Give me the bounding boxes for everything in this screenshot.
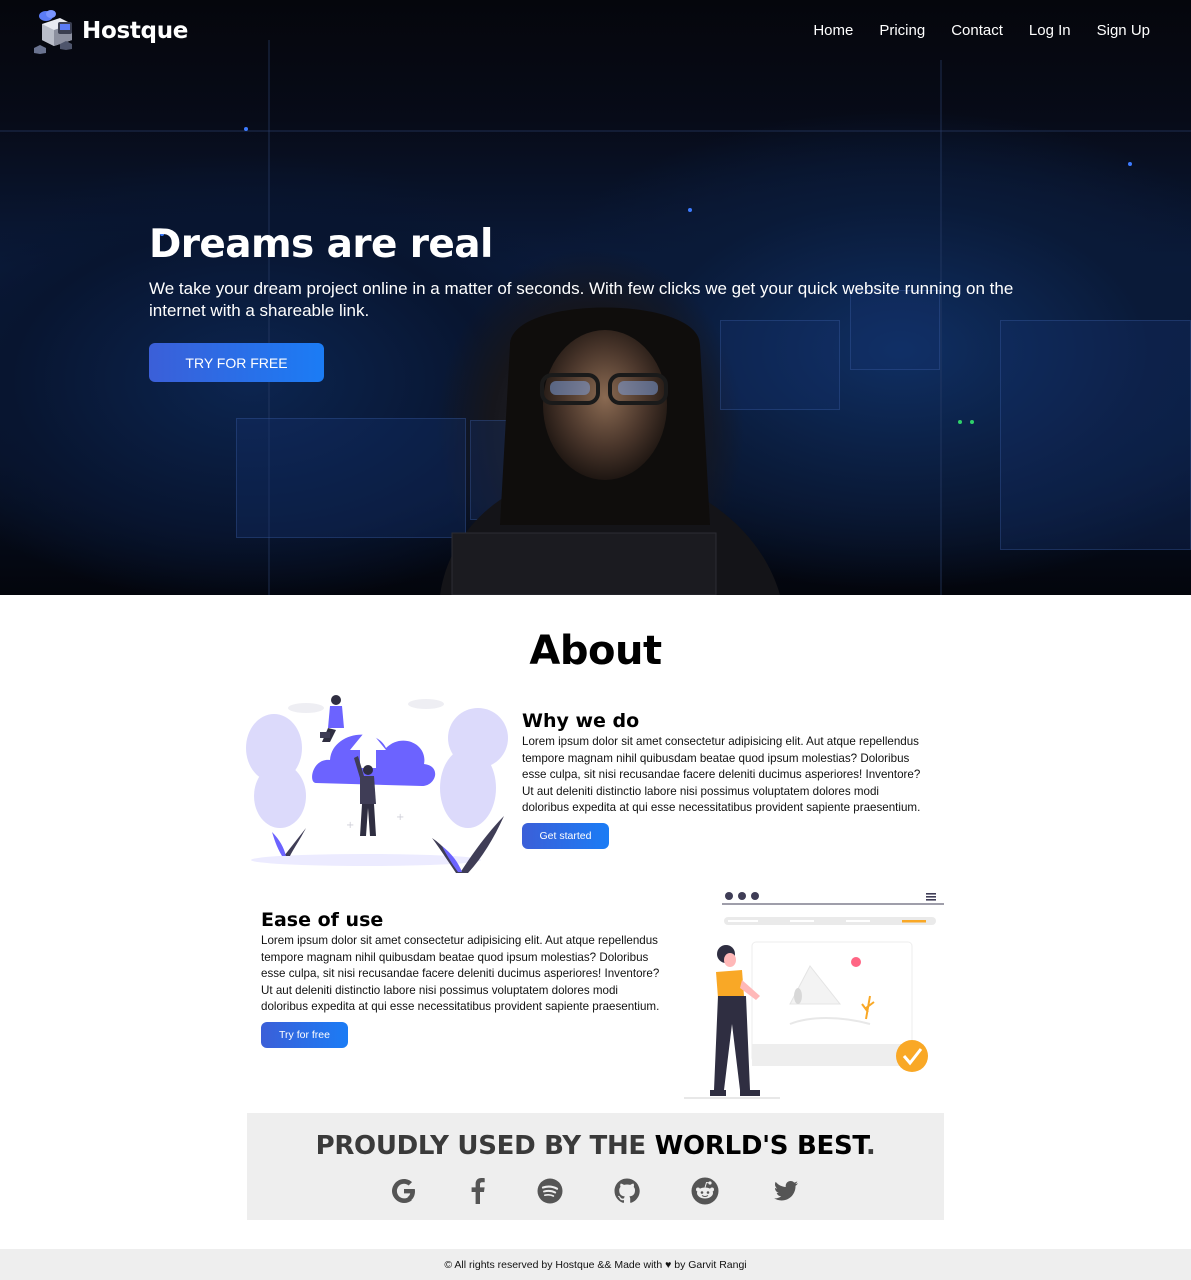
ease-of-use-text: Lorem ipsum dolor sit amet consectetur a… — [261, 934, 660, 1014]
top-navbar: Hostque Home Pricing Contact Log In Sign… — [0, 0, 1191, 64]
bg-led — [1128, 162, 1132, 166]
bg-led — [970, 420, 974, 424]
why-we-do-block: Why we do Lorem ipsum dolor sit amet con… — [522, 710, 922, 849]
nav-contact-link[interactable]: Contact — [951, 22, 1003, 39]
website-builder-illustration — [684, 892, 944, 1099]
nav-login-link[interactable]: Log In — [1029, 22, 1071, 39]
brands-heading-suffix: . — [865, 1131, 876, 1161]
bg-led — [244, 127, 248, 131]
google-icon[interactable] — [389, 1176, 419, 1206]
footer-text: © All rights reserved by Hostque && Made… — [444, 1258, 747, 1271]
footer: © All rights reserved by Hostque && Made… — [0, 1249, 1191, 1280]
nav-pricing-link[interactable]: Pricing — [879, 22, 925, 39]
brands-heading: PROUDLY USED BY THE WORLD'S BEST. — [247, 1131, 944, 1161]
bg-glass-edge — [0, 130, 1191, 132]
svg-text:+: + — [396, 812, 404, 823]
ease-of-use-block: Ease of use Lorem ipsum dolor sit amet c… — [261, 909, 661, 1048]
brand-logo[interactable]: Hostque — [32, 8, 188, 54]
nav-menu: Home Pricing Contact Log In Sign Up — [813, 22, 1150, 39]
facebook-icon[interactable] — [463, 1176, 493, 1206]
about-heading: About — [529, 628, 662, 674]
reddit-icon[interactable] — [690, 1176, 720, 1206]
cloud-upload-illustration: + + — [246, 695, 508, 873]
hero-title: Dreams are real — [149, 222, 493, 267]
brand-icons-row — [247, 1176, 944, 1208]
bg-led — [958, 420, 962, 424]
twitter-icon[interactable] — [771, 1176, 801, 1206]
brands-section: PROUDLY USED BY THE WORLD'S BEST. — [247, 1113, 944, 1220]
brands-heading-strong: WORLD'S BEST — [654, 1131, 866, 1161]
brand-name: Hostque — [82, 18, 189, 44]
bg-server-rack — [1000, 320, 1191, 550]
nav-signup-link[interactable]: Sign Up — [1097, 22, 1150, 39]
svg-text:+: + — [346, 820, 354, 831]
bg-led — [688, 208, 692, 212]
hero-description: We take your dream project online in a m… — [149, 279, 1014, 320]
ease-of-use-title: Ease of use — [261, 909, 384, 931]
hero-person-image — [440, 307, 780, 595]
why-we-do-title: Why we do — [522, 710, 640, 732]
server-cloud-icon — [34, 10, 72, 54]
bg-glass-edge — [940, 60, 942, 595]
github-icon[interactable] — [612, 1176, 642, 1206]
spotify-icon[interactable] — [535, 1176, 565, 1206]
try-for-free-button[interactable]: TRY FOR FREE — [149, 343, 324, 382]
hero-section: Hostque Home Pricing Contact Log In Sign… — [0, 0, 1191, 595]
brands-heading-prefix: PROUDLY USED BY THE — [315, 1131, 647, 1161]
get-started-button[interactable]: Get started — [522, 822, 609, 849]
nav-home-link[interactable]: Home — [813, 22, 853, 39]
why-we-do-text: Lorem ipsum dolor sit amet consectetur a… — [522, 735, 921, 815]
try-for-free-small-button[interactable]: Try for free — [261, 1021, 348, 1048]
